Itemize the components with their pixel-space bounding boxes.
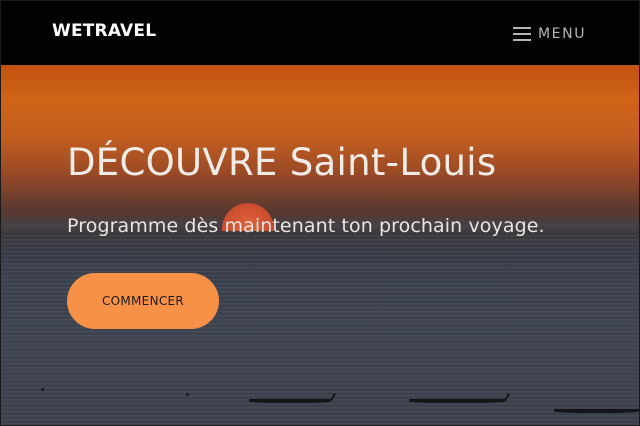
start-button[interactable]: COMMENCER <box>67 273 219 329</box>
menu-toggle-button[interactable]: MENU <box>513 23 586 45</box>
boat <box>554 409 639 413</box>
hero-title: DÉCOUVRE Saint-Louis <box>67 141 497 184</box>
page-frame: WETRAVEL MENU DÉCOUVRE Saint-Louis Progr… <box>0 0 640 426</box>
hero-subtitle: Programme dès maintenant ton prochain vo… <box>67 215 545 237</box>
top-navbar: WETRAVEL MENU <box>1 1 639 65</box>
sea <box>1 235 639 425</box>
bird <box>186 393 189 396</box>
hamburger-icon <box>513 27 531 41</box>
boat <box>249 399 331 403</box>
bird <box>41 388 44 391</box>
hero-section <box>1 65 639 425</box>
brand-logo[interactable]: WETRAVEL <box>52 21 156 41</box>
menu-label: MENU <box>538 26 587 42</box>
boat <box>409 399 505 403</box>
